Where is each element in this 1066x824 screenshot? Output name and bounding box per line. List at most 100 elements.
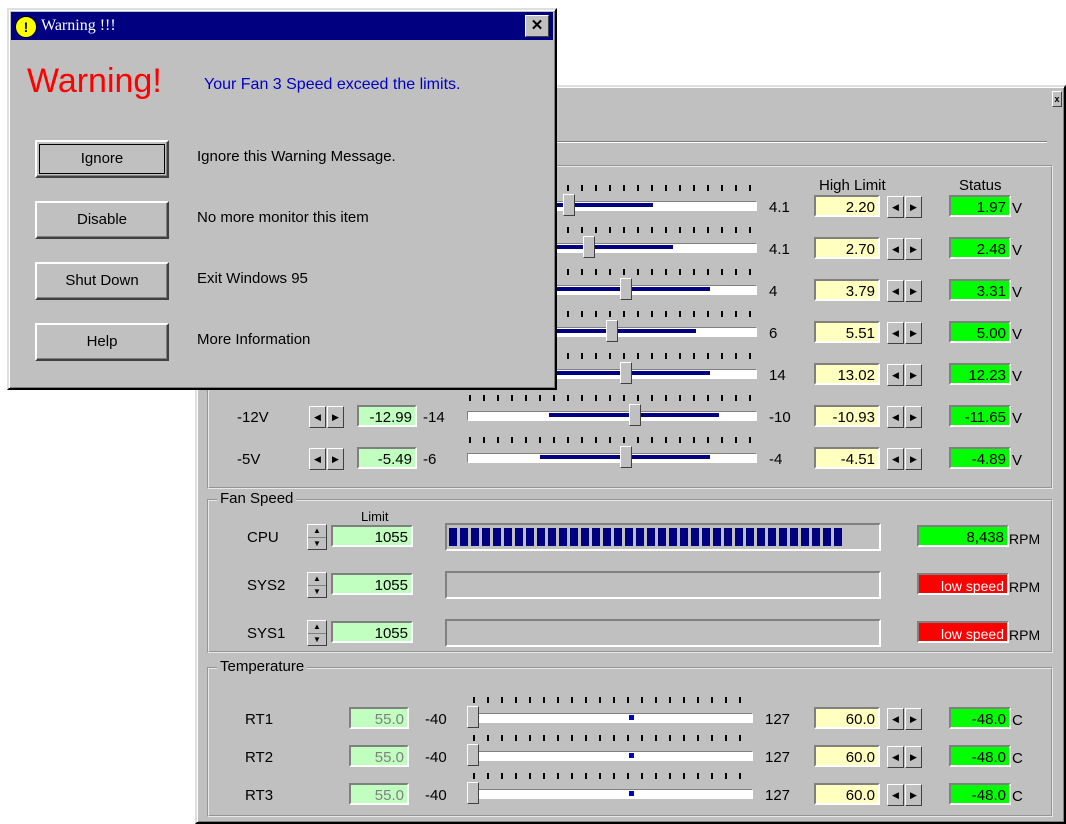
voltage-slider-thumb[interactable] <box>620 278 633 300</box>
high-range-label: 4 <box>769 283 778 300</box>
increase-arrow-icon[interactable]: ▶ <box>905 238 922 260</box>
voltage-status: 2.48 <box>949 237 1011 259</box>
voltage-slider-thumb[interactable] <box>562 194 575 216</box>
increase-arrow-icon[interactable]: ▶ <box>905 280 922 302</box>
temp-low-range: -40 <box>425 711 447 728</box>
fan-limit-spinner[interactable]: ▲ ▼ <box>307 620 327 646</box>
down-arrow-icon[interactable]: ▼ <box>308 586 326 598</box>
warning-message: Your Fan 3 Speed exceed the limits. <box>204 76 461 93</box>
decrease-arrow-icon[interactable]: ◀ <box>887 322 904 344</box>
decrease-arrow-icon[interactable]: ◀ <box>887 280 904 302</box>
action-description: Exit Windows 95 <box>197 270 308 287</box>
fan-status: low speed <box>917 621 1009 643</box>
fan-status: 8,438 <box>917 525 1009 547</box>
temp-slider-thumb[interactable] <box>467 744 479 766</box>
temperature-legend: Temperature <box>217 658 308 675</box>
high-limit-field[interactable]: 3.79 <box>814 279 880 301</box>
increase-arrow-icon[interactable]: ▶ <box>905 746 922 768</box>
temp-slider-track[interactable] <box>471 789 753 799</box>
voltage-status: 3.31 <box>949 279 1011 301</box>
increase-arrow-icon[interactable]: ▶ <box>327 448 344 470</box>
increase-arrow-icon[interactable]: ▶ <box>905 196 922 218</box>
close-icon[interactable]: ✕ <box>525 15 549 37</box>
voltage-unit: V <box>1012 242 1023 259</box>
fan-limit-field[interactable]: 1055 <box>331 573 413 595</box>
voltage-slider-thumb[interactable] <box>582 236 595 258</box>
high-limit-field[interactable]: 5.51 <box>814 321 880 343</box>
down-arrow-icon[interactable]: ▼ <box>308 538 326 550</box>
high-limit-field[interactable]: -4.51 <box>814 447 880 469</box>
up-arrow-icon[interactable]: ▲ <box>308 621 326 634</box>
high-range-label: -4 <box>769 451 783 468</box>
decrease-arrow-icon[interactable]: ◀ <box>887 448 904 470</box>
fan-limit-spinner[interactable]: ▲ ▼ <box>307 524 327 550</box>
decrease-arrow-icon[interactable]: ◀ <box>887 238 904 260</box>
voltage-name: -12V <box>237 409 269 426</box>
help-button[interactable]: Help <box>35 323 169 361</box>
temp-slider-thumb[interactable] <box>467 706 479 728</box>
decrease-arrow-icon[interactable]: ◀ <box>887 784 904 806</box>
temp-high-limit[interactable]: 60.0 <box>814 745 880 767</box>
decrease-arrow-icon[interactable]: ◀ <box>309 406 326 428</box>
voltage-unit: V <box>1012 200 1023 217</box>
voltage-slider-thumb[interactable] <box>620 446 633 468</box>
celsius-unit: C <box>1012 788 1023 805</box>
up-arrow-icon[interactable]: ▲ <box>308 573 326 586</box>
up-arrow-icon[interactable]: ▲ <box>308 525 326 538</box>
temp-status: -48.0 <box>949 745 1011 767</box>
fan-limit-field[interactable]: 1055 <box>331 621 413 643</box>
increase-arrow-icon[interactable]: ▶ <box>905 322 922 344</box>
voltage-slider-thumb[interactable] <box>629 404 642 426</box>
increase-arrow-icon[interactable]: ▶ <box>905 364 922 386</box>
fan-name: CPU <box>247 529 279 546</box>
decrease-arrow-icon[interactable]: ◀ <box>887 746 904 768</box>
high-range-label: 4.1 <box>769 241 790 258</box>
increase-arrow-icon[interactable]: ▶ <box>905 448 922 470</box>
status-header: Status <box>959 177 1002 194</box>
high-limit-field[interactable]: 2.70 <box>814 237 880 259</box>
temp-high-limit[interactable]: 60.0 <box>814 783 880 805</box>
celsius-unit: C <box>1012 750 1023 767</box>
high-limit-field[interactable]: -10.93 <box>814 405 880 427</box>
temp-slider-track[interactable] <box>471 751 753 761</box>
high-limit-field[interactable]: 2.20 <box>814 195 880 217</box>
decrease-arrow-icon[interactable]: ◀ <box>309 448 326 470</box>
increase-arrow-icon[interactable]: ▶ <box>905 708 922 730</box>
voltage-name: -5V <box>237 451 261 468</box>
decrease-arrow-icon[interactable]: ◀ <box>887 708 904 730</box>
voltage-slider-thumb[interactable] <box>606 320 618 342</box>
disable-button[interactable]: Disable <box>35 201 169 239</box>
fan-name: SYS1 <box>247 625 286 642</box>
increase-arrow-icon[interactable]: ▶ <box>327 406 344 428</box>
fan-name: SYS2 <box>247 577 286 594</box>
fan-limit-spinner[interactable]: ▲ ▼ <box>307 572 327 598</box>
fan-speed-progress <box>445 571 881 599</box>
temp-slider-track[interactable] <box>471 713 753 723</box>
fan-speed-fill <box>449 528 843 546</box>
temp-slider-thumb[interactable] <box>467 782 479 804</box>
decrease-arrow-icon[interactable]: ◀ <box>887 364 904 386</box>
down-arrow-icon[interactable]: ▼ <box>308 634 326 646</box>
high-limit-header: High Limit <box>819 177 886 194</box>
decrease-arrow-icon[interactable]: ◀ <box>887 406 904 428</box>
decrease-arrow-icon[interactable]: ◀ <box>887 196 904 218</box>
fan-limit-field[interactable]: 1055 <box>331 525 413 547</box>
monitor-close-icon[interactable]: x <box>1052 91 1062 107</box>
low-limit-field[interactable]: -12.99 <box>357 405 417 427</box>
action-description: Ignore this Warning Message. <box>197 148 396 165</box>
increase-arrow-icon[interactable]: ▶ <box>905 406 922 428</box>
increase-arrow-icon[interactable]: ▶ <box>905 784 922 806</box>
temp-high-range: 127 <box>765 711 791 728</box>
ignore-button[interactable]: Ignore <box>35 140 169 178</box>
rpm-unit: RPM <box>1009 627 1041 643</box>
high-limit-field[interactable]: 13.02 <box>814 363 880 385</box>
rpm-unit: RPM <box>1009 531 1041 547</box>
temp-high-limit[interactable]: 60.0 <box>814 707 880 729</box>
shut-down-button[interactable]: Shut Down <box>35 262 169 300</box>
temp-high-range: 127 <box>765 749 791 766</box>
temp-low-range: -40 <box>425 749 447 766</box>
voltage-slider-thumb[interactable] <box>620 362 633 384</box>
temp-status: -48.0 <box>949 707 1011 729</box>
warning-heading: Warning! <box>27 62 162 100</box>
low-limit-field[interactable]: -5.49 <box>357 447 417 469</box>
